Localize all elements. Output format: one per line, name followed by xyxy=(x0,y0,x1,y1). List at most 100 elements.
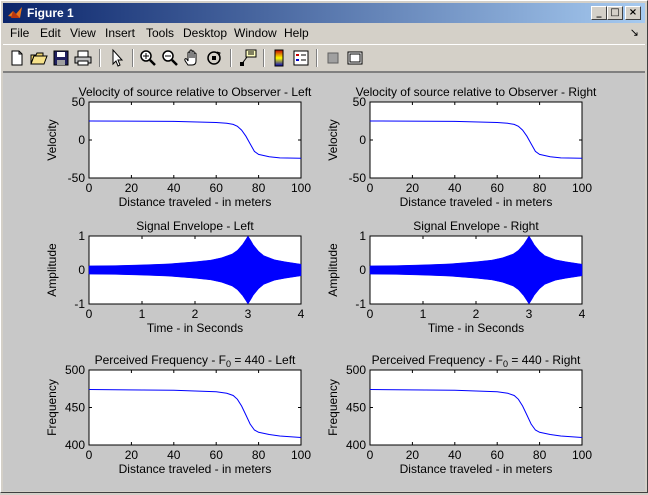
matlab-logo-icon xyxy=(8,7,22,18)
title-bar[interactable]: Figure 1 _ □ × xyxy=(3,3,645,23)
x-axis-label: Distance traveled - in meters xyxy=(400,195,553,209)
print-icon[interactable] xyxy=(73,48,93,68)
x-tick-label: 100 xyxy=(572,181,592,195)
data-point xyxy=(530,423,532,425)
data-point xyxy=(173,121,175,122)
figure-canvas[interactable]: 0 20 40 60 80 100 -50 0 50 Velocity of source rel… xyxy=(3,72,645,491)
y-axis-label: Velocity xyxy=(45,119,59,160)
x-tick-label: 1 xyxy=(420,307,427,321)
data-point xyxy=(241,129,242,131)
axes-box xyxy=(88,369,302,446)
legend-icon[interactable] xyxy=(291,48,311,68)
y-tick-label: 500 xyxy=(346,363,366,377)
x-tick-label: 1 xyxy=(139,307,146,321)
save-icon[interactable] xyxy=(51,48,71,68)
y-tick-label: -50 xyxy=(349,171,367,185)
edit-plot-arrow-icon[interactable] xyxy=(107,48,127,68)
data-point xyxy=(88,120,90,122)
menu-tools[interactable]: Tools xyxy=(146,26,174,40)
maximize-button[interactable]: □ xyxy=(607,6,623,20)
x-tick-label: 20 xyxy=(125,181,139,195)
x-tick-label: 4 xyxy=(579,307,586,321)
close-button[interactable]: × xyxy=(625,6,641,20)
zoom-in-icon[interactable] xyxy=(138,48,158,68)
menu-help[interactable]: Help xyxy=(284,26,309,40)
new-figure-icon[interactable] xyxy=(7,48,27,68)
y-tick-label: 450 xyxy=(346,401,366,415)
toolbar-separator xyxy=(99,49,101,67)
y-tick-label: 0 xyxy=(359,263,366,277)
x-tick-label: 100 xyxy=(572,448,592,462)
data-point xyxy=(237,126,238,127)
x-tick-label: 40 xyxy=(448,448,462,462)
data-cursor-icon[interactable] xyxy=(238,48,258,68)
x-tick-label: 80 xyxy=(252,448,266,462)
data-point xyxy=(539,154,540,155)
axes-box xyxy=(369,101,583,179)
data-point xyxy=(232,395,234,396)
data-point xyxy=(254,429,255,431)
data-point xyxy=(581,437,583,438)
y-tick-label: 0 xyxy=(78,133,85,147)
data-point xyxy=(258,154,259,155)
axes-title: Signal Envelope - Left xyxy=(136,219,254,233)
x-tick-label: 0 xyxy=(367,307,374,321)
data-point xyxy=(549,434,551,435)
window-title: Figure 1 xyxy=(27,6,74,20)
data-point xyxy=(507,122,509,124)
x-axis-label: Time - in Seconds xyxy=(147,321,243,335)
data-point xyxy=(215,391,217,393)
x-tick-label: 2 xyxy=(192,307,199,321)
colorbar-icon[interactable] xyxy=(269,48,289,68)
hide-plot-tools-icon[interactable] xyxy=(323,48,343,68)
data-point xyxy=(254,151,255,152)
y-tick-label: -50 xyxy=(68,171,86,185)
data-point xyxy=(300,157,302,159)
menu-view[interactable]: View xyxy=(70,26,96,40)
open-file-icon[interactable] xyxy=(29,48,49,68)
menu-edit[interactable]: Edit xyxy=(40,26,61,40)
x-tick-label: 0 xyxy=(86,448,93,462)
data-point xyxy=(560,157,562,159)
show-plot-tools-icon[interactable] xyxy=(345,48,365,68)
y-tick-label: 400 xyxy=(65,438,85,452)
toolbar-separator xyxy=(132,49,134,67)
data-point xyxy=(530,143,532,145)
data-point xyxy=(268,434,270,435)
data-point xyxy=(232,124,234,125)
y-tick-label: 400 xyxy=(346,438,366,452)
y-tick-label: 450 xyxy=(65,401,85,415)
x-tick-label: 40 xyxy=(167,448,181,462)
x-tick-label: 100 xyxy=(291,448,311,462)
y-axis-label: Amplitude xyxy=(45,243,59,297)
data-point xyxy=(539,431,540,433)
x-axis-label: Time - in Seconds xyxy=(428,321,524,335)
x-tick-label: 20 xyxy=(125,448,139,462)
x-tick-label: 0 xyxy=(86,181,93,195)
y-tick-label: 0 xyxy=(359,133,366,147)
x-axis-label: Distance traveled - in meters xyxy=(119,195,272,209)
menu-desktop[interactable]: Desktop xyxy=(183,26,227,40)
data-point xyxy=(245,135,247,137)
zoom-out-icon[interactable] xyxy=(160,48,180,68)
x-tick-label: 20 xyxy=(406,181,420,195)
axes-title-suffix: = 440 - Right xyxy=(508,353,581,367)
figure-window: Figure 1 _ □ × File Edit View Insert Too… xyxy=(0,0,648,493)
data-point xyxy=(518,126,519,127)
pan-hand-icon[interactable] xyxy=(182,48,202,68)
x-tick-label: 0 xyxy=(367,448,374,462)
data-point xyxy=(249,423,251,425)
x-tick-label: 60 xyxy=(210,448,224,462)
minimize-button[interactable]: _ xyxy=(591,6,607,20)
x-tick-label: 3 xyxy=(245,307,252,321)
axes-title: Velocity of source relative to Observer … xyxy=(356,85,597,99)
dock-figure-icon[interactable]: ↘ xyxy=(630,26,639,39)
rotate-3d-icon[interactable] xyxy=(204,48,224,68)
y-axis-label: Frequency xyxy=(45,379,59,436)
x-tick-label: 60 xyxy=(491,181,505,195)
menu-file[interactable]: File xyxy=(10,26,29,40)
x-axis-label: Distance traveled - in meters xyxy=(119,462,272,476)
menu-insert[interactable]: Insert xyxy=(105,26,135,40)
data-point xyxy=(300,437,302,438)
menu-window[interactable]: Window xyxy=(234,26,277,40)
